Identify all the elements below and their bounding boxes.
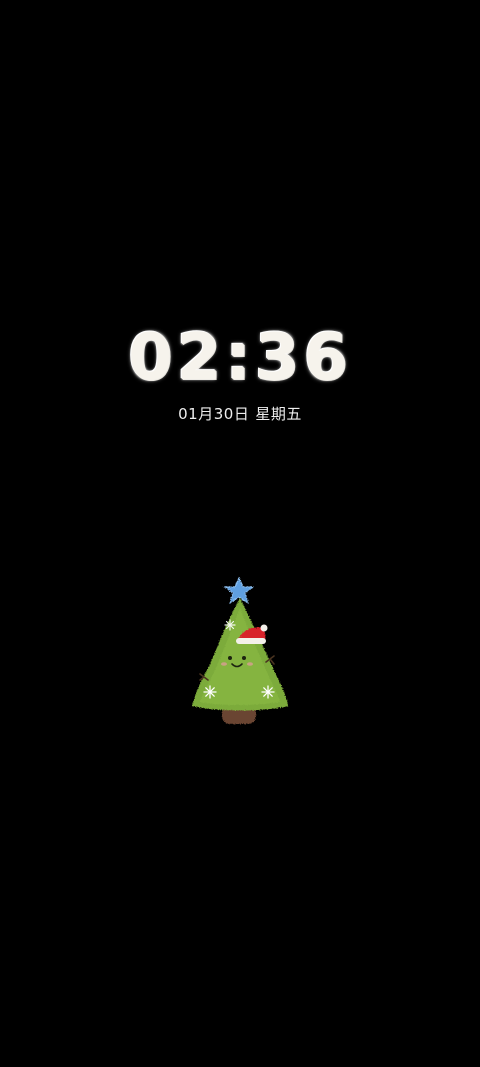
- lockscreen-date-line: 01月30日 星期五: [0, 403, 480, 425]
- tree-star: [223, 576, 255, 605]
- tree-eye-left: [228, 656, 232, 660]
- christmas-tree-plush-icon: [186, 574, 292, 730]
- lockscreen-date: 01月30日: [178, 405, 250, 423]
- tree-eye-right: [242, 656, 246, 660]
- lockscreen-weekday: 星期五: [255, 405, 302, 423]
- tree-snowflake-left: [203, 685, 217, 699]
- tree-snowflake-right: [261, 685, 275, 699]
- tree-snowflake-top: [224, 619, 236, 631]
- lockscreen-clock: 02:36: [128, 321, 352, 395]
